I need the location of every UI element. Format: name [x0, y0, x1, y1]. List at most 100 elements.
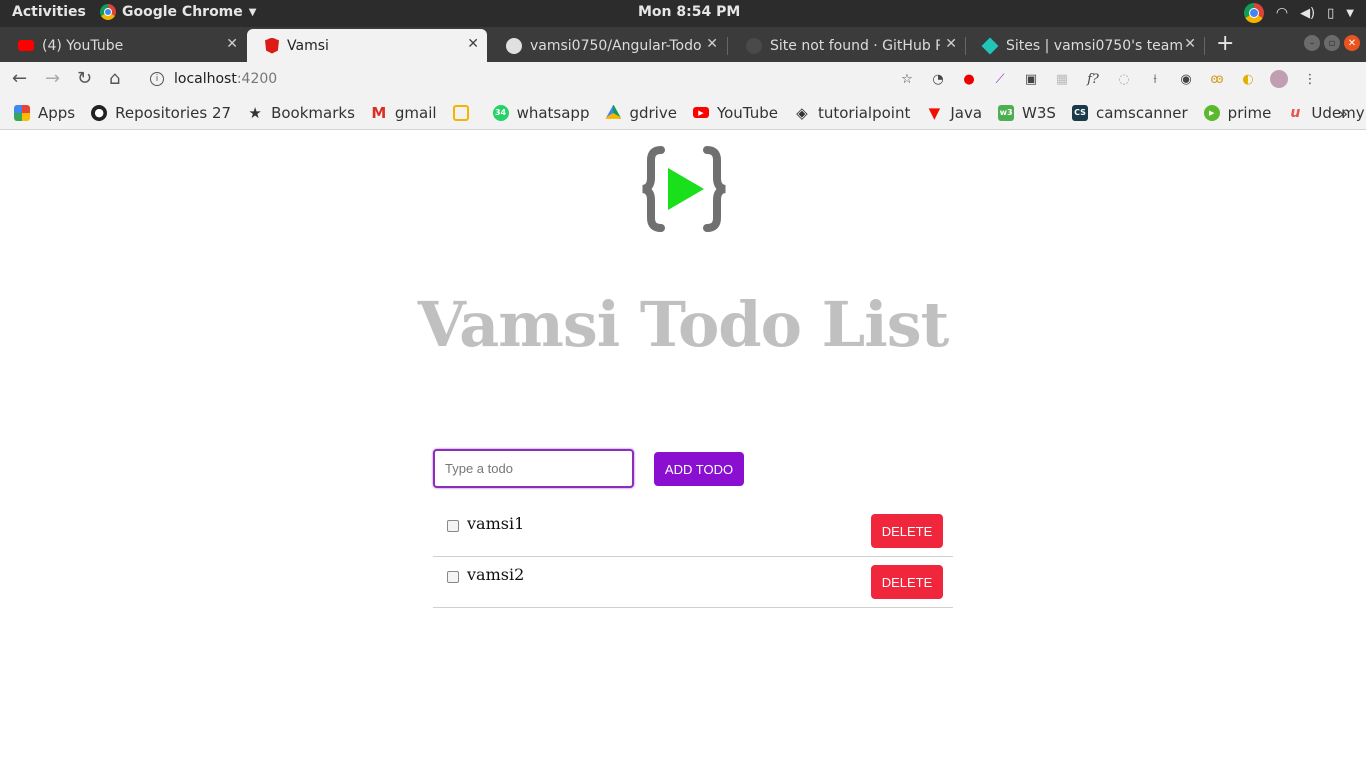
- opera-icon[interactable]: ●: [960, 70, 978, 88]
- close-icon[interactable]: ✕: [467, 36, 479, 52]
- bookmark-label: Bookmarks: [271, 103, 355, 122]
- netlify-icon: [981, 37, 999, 54]
- java-icon: ▼: [928, 103, 941, 122]
- tab-title: Vamsi: [287, 37, 329, 54]
- address-bar[interactable]: i localhost:4200: [140, 65, 925, 93]
- bookmark-slides[interactable]: [452, 104, 477, 121]
- youtube-icon: [18, 40, 34, 51]
- url-host: localhost: [174, 71, 237, 87]
- bookmark-gmail[interactable]: M gmail: [371, 103, 437, 122]
- todo-item: vamsi2 DELETE: [433, 557, 953, 608]
- extensions-row: ☆ ◔ ● ⟋ ▣ ▦ f? ◌ ⟊ ◉ ꙭ ◐ ⋮: [898, 70, 1319, 88]
- tab-strip: (4) YouTube ✕ Vamsi ✕ vamsi0750/Angular-…: [0, 27, 1366, 62]
- bookmark-repositories[interactable]: ● Repositories 27: [91, 104, 231, 122]
- todo-input[interactable]: [433, 449, 634, 488]
- chrome-tray-icon[interactable]: [1243, 3, 1264, 23]
- speedometer-icon[interactable]: ◔: [929, 70, 947, 88]
- minimize-icon[interactable]: –: [1304, 35, 1320, 51]
- url-port: :4200: [236, 71, 278, 87]
- bookmark-label: gmail: [394, 103, 437, 122]
- add-todo-button[interactable]: ADD TODO: [654, 452, 744, 486]
- forward-arrow-icon[interactable]: →: [45, 68, 60, 89]
- gmail-icon: M: [371, 103, 387, 122]
- font-ext-icon[interactable]: f?: [1084, 70, 1102, 88]
- info-icon[interactable]: i: [150, 72, 164, 86]
- menu-kebab-icon[interactable]: ⋮: [1301, 70, 1319, 88]
- bookmark-udemy[interactable]: u Udemy: [1287, 104, 1364, 122]
- github-icon: ●: [91, 104, 108, 121]
- system-top-bar: Activities Google Chrome ▼ Mon 8:54 PM ◠…: [0, 0, 1366, 27]
- tab-separator: [1204, 37, 1205, 55]
- volume-icon: ◀): [1300, 5, 1316, 21]
- bookmark-gdrive[interactable]: gdrive: [605, 104, 677, 122]
- bookmark-youtube[interactable]: ▶ YouTube: [692, 104, 778, 122]
- bookmark-w3s[interactable]: w3 W3S: [998, 104, 1056, 122]
- close-icon[interactable]: ✕: [945, 36, 957, 52]
- wifi-icon: ◠: [1275, 5, 1289, 21]
- tutorialpoint-icon: ◈: [796, 103, 808, 122]
- chrome-icon: [100, 4, 116, 20]
- close-icon[interactable]: ✕: [1184, 36, 1196, 52]
- page-title: Vamsi Todo List: [417, 288, 950, 361]
- window-controls: – ▫ ✕: [1304, 35, 1360, 51]
- tab-title: vamsi0750/Angular-Todo: [530, 37, 702, 54]
- tab-title: (4) YouTube: [42, 37, 124, 54]
- reload-icon[interactable]: ↻: [77, 68, 92, 89]
- todo-item: vamsi1 DELETE: [433, 506, 953, 557]
- bookmark-label: Repositories 27: [115, 103, 232, 122]
- feather-icon[interactable]: ⟋: [991, 70, 1009, 88]
- bookmark-label: tutorialpoint: [817, 103, 911, 122]
- tab-title: Sites | vamsi0750's team: [1006, 37, 1184, 54]
- close-icon[interactable]: ✕: [226, 36, 238, 52]
- bookmark-camscanner[interactable]: CS camscanner: [1071, 103, 1188, 122]
- tab-github-pages[interactable]: Site not found · GitHub Pa ✕: [728, 29, 965, 62]
- github-icon: [746, 37, 762, 54]
- app-menu[interactable]: Google Chrome ▼: [100, 4, 256, 20]
- tab-youtube[interactable]: (4) YouTube ✕: [0, 29, 246, 62]
- image-ext-icon[interactable]: ▣: [1022, 70, 1040, 88]
- bookmark-star-icon[interactable]: ☆: [898, 70, 916, 88]
- maximize-icon[interactable]: ▫: [1324, 35, 1340, 51]
- color-picker-icon[interactable]: ⟊: [1146, 70, 1164, 88]
- app-logo: [642, 146, 726, 232]
- caret-down-icon: ▼: [248, 6, 257, 18]
- back-arrow-icon[interactable]: ←: [12, 68, 27, 89]
- bookmark-java[interactable]: ▼ Java: [926, 104, 982, 122]
- bookmark-label: Java: [950, 103, 983, 122]
- todo-checkbox[interactable]: [447, 520, 459, 532]
- moon-icon[interactable]: ◐: [1239, 70, 1257, 88]
- tab-vamsi[interactable]: Vamsi ✕: [247, 29, 487, 62]
- bookmark-apps[interactable]: Apps: [14, 104, 75, 122]
- todo-checkbox[interactable]: [447, 571, 459, 583]
- chevron-double-right-icon[interactable]: »: [1338, 104, 1348, 123]
- bookmark-prime[interactable]: ▶ prime: [1203, 104, 1271, 122]
- avatar[interactable]: [1270, 70, 1288, 88]
- bookmark-label: camscanner: [1095, 103, 1188, 122]
- tab-netlify[interactable]: Sites | vamsi0750's team ✕: [966, 29, 1204, 62]
- close-icon[interactable]: ✕: [706, 36, 718, 52]
- clock[interactable]: Mon 8:54 PM: [638, 4, 740, 20]
- new-tab-button[interactable]: +: [1216, 31, 1234, 56]
- angular-icon: [265, 37, 279, 54]
- owl-icon[interactable]: ꙭ: [1208, 70, 1226, 88]
- activities-button[interactable]: Activities: [12, 4, 86, 20]
- grid-ext-icon[interactable]: ▦: [1053, 70, 1071, 88]
- home-icon[interactable]: ⌂: [109, 68, 120, 89]
- tab-github-repo[interactable]: vamsi0750/Angular-Todo ✕: [488, 29, 726, 62]
- gdrive-icon: [605, 104, 622, 119]
- battery-icon: ▯: [1327, 5, 1335, 21]
- delete-button[interactable]: DELETE: [871, 565, 943, 599]
- window-close-icon[interactable]: ✕: [1344, 35, 1360, 51]
- delete-button[interactable]: DELETE: [871, 514, 943, 548]
- todo-text: vamsi2: [467, 565, 525, 584]
- bookmark-tutorialpoint[interactable]: ◈ tutorialpoint: [794, 104, 910, 122]
- bookmark-bookmarks[interactable]: ★ Bookmarks: [247, 104, 355, 122]
- browser-toolbar: ← → ↻ ⌂ i localhost:4200 ☆ ◔ ● ⟋ ▣ ▦ f? …: [0, 62, 1366, 96]
- bookmark-label: Apps: [38, 103, 76, 122]
- system-tray[interactable]: ◠ ◀) ▯ ▼: [1243, 3, 1354, 23]
- clock-ext-icon[interactable]: ◌: [1115, 70, 1133, 88]
- camscanner-icon: CS: [1071, 104, 1088, 121]
- bookmark-whatsapp[interactable]: 34 whatsapp: [492, 104, 589, 122]
- app-menu-label: Google Chrome: [122, 4, 243, 20]
- record-icon[interactable]: ◉: [1177, 70, 1195, 88]
